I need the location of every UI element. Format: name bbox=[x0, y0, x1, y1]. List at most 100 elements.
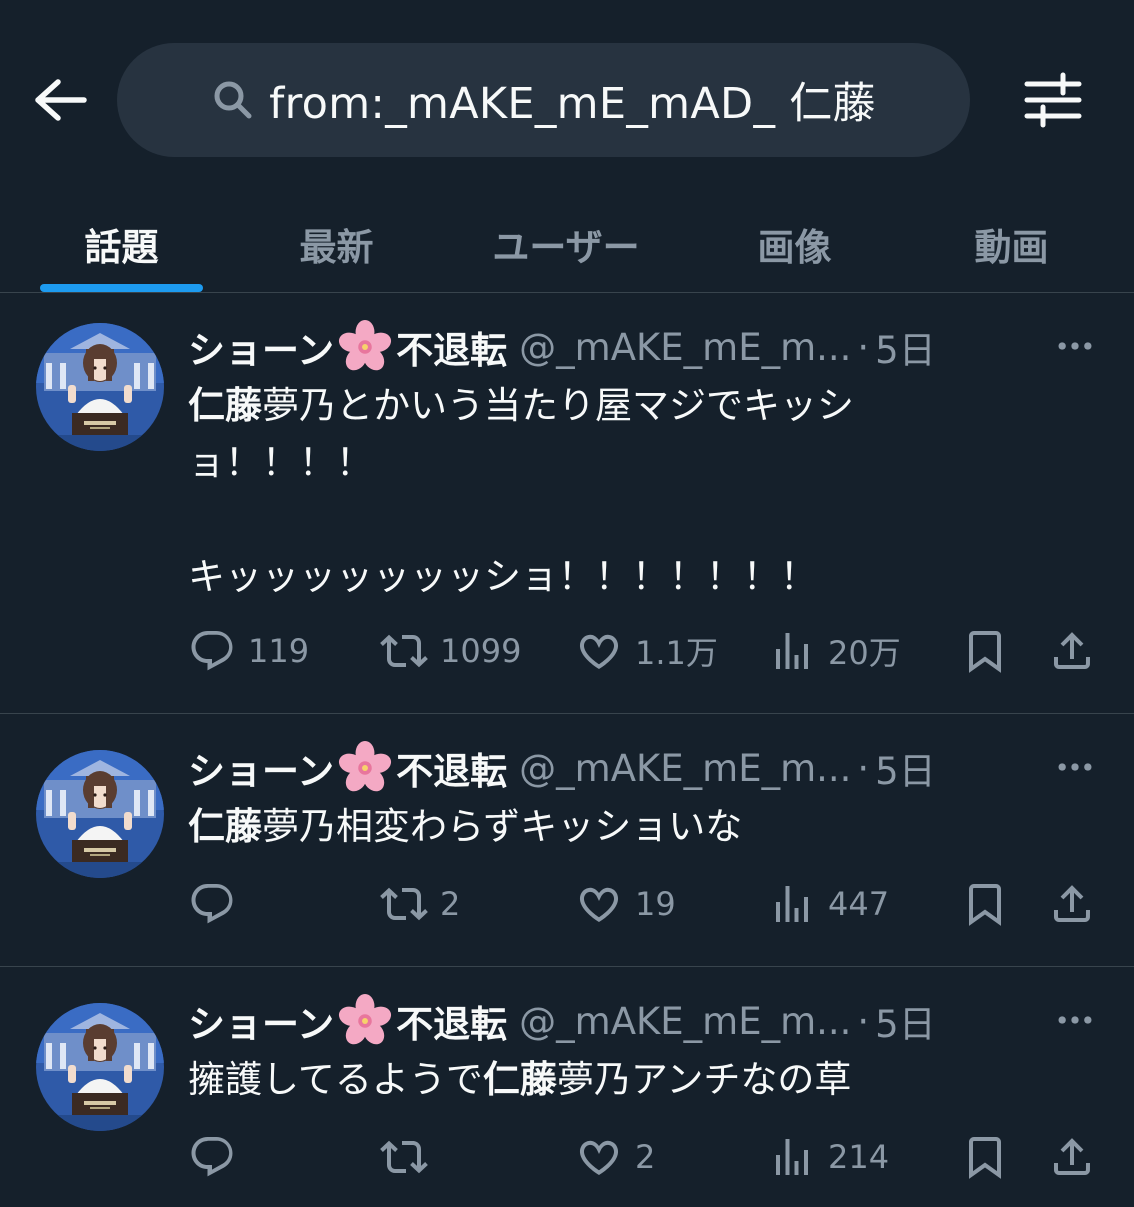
tab-images[interactable]: 画像 bbox=[713, 195, 876, 292]
user-handle[interactable]: @_mAKE_mE_m... bbox=[519, 326, 851, 369]
timestamp[interactable]: 5日 bbox=[875, 741, 936, 795]
timestamp[interactable]: 5日 bbox=[875, 994, 936, 1048]
share-icon bbox=[1048, 1133, 1096, 1181]
tweet-header: ショーン 不退転 @_mAKE_mE_m... · 5日 bbox=[188, 996, 936, 1046]
retweet-count: 1099 bbox=[440, 632, 522, 670]
reply-icon bbox=[188, 880, 236, 928]
reply-button[interactable]: 119 bbox=[188, 621, 309, 681]
tweet-text: 擁護してるようで仁藤夢乃アンチなの草 bbox=[188, 1051, 851, 1108]
filter-sliders-icon[interactable] bbox=[1018, 70, 1088, 130]
share-icon bbox=[1048, 880, 1096, 928]
highlight-keyword: 仁藤 bbox=[188, 384, 262, 427]
search-icon bbox=[211, 78, 255, 122]
more-options-icon[interactable] bbox=[1050, 747, 1100, 787]
bookmark-button[interactable] bbox=[961, 1127, 1009, 1187]
bookmark-button[interactable] bbox=[961, 874, 1009, 934]
tweet-text-segment: ョ！！！！ bbox=[188, 441, 373, 484]
tab-trending[interactable]: 話題 bbox=[40, 195, 203, 292]
like-button[interactable]: 2 bbox=[575, 1127, 655, 1187]
highlight-keyword: 仁藤 bbox=[482, 1058, 557, 1101]
reply-button[interactable] bbox=[188, 1127, 248, 1187]
tweet[interactable]: ショーン 不退転 @_mAKE_mE_m... · 5日 仁藤夢乃とかいう当たり… bbox=[0, 293, 1134, 714]
timestamp[interactable]: 5日 bbox=[875, 320, 936, 374]
retweet-icon bbox=[380, 880, 428, 928]
user-handle[interactable]: @_mAKE_mE_m... bbox=[519, 747, 851, 790]
reply-button[interactable] bbox=[188, 874, 248, 934]
view-count: 214 bbox=[828, 1138, 890, 1176]
reply-icon bbox=[188, 1133, 236, 1181]
retweet-button[interactable]: 2 bbox=[380, 874, 460, 934]
tweet-text-segment: キッッッッッッッショ！！！！！！！ bbox=[188, 555, 817, 598]
tweet-actions: 2 214 bbox=[0, 1127, 1134, 1187]
like-count: 19 bbox=[635, 885, 676, 923]
share-button[interactable] bbox=[1048, 621, 1096, 681]
cherry-blossom-icon bbox=[338, 994, 392, 1048]
share-icon bbox=[1048, 627, 1096, 675]
tab-latest[interactable]: 最新 bbox=[255, 195, 418, 292]
cherry-blossom-icon bbox=[338, 320, 392, 374]
display-name-suffix[interactable]: 不退転 bbox=[396, 320, 507, 374]
like-button[interactable]: 19 bbox=[575, 874, 676, 934]
search-query[interactable]: from:_mAKE_mE_mAD_ 仁藤 bbox=[269, 69, 876, 131]
tweet-text-segment: 擁護してるようで bbox=[188, 1058, 483, 1101]
tweet[interactable]: ショーン 不退転 @_mAKE_mE_m... · 5日 仁藤夢乃相変わらずキッ… bbox=[0, 714, 1134, 967]
bookmark-icon bbox=[961, 1133, 1009, 1181]
like-count: 1.1万 bbox=[635, 634, 718, 672]
top-bar: from:_mAKE_mE_mAD_ 仁藤 bbox=[0, 0, 1134, 195]
display-name[interactable]: ショーン bbox=[188, 741, 334, 795]
like-count: 2 bbox=[635, 1138, 656, 1176]
bookmark-icon bbox=[961, 627, 1009, 675]
tweet-actions: 119 1099 1.1万 20万 bbox=[0, 621, 1134, 681]
view-count: 20万 bbox=[828, 634, 901, 672]
bookmark-button[interactable] bbox=[961, 621, 1009, 681]
search-tabs: 話題 最新 ユーザー 画像 動画 bbox=[0, 195, 1134, 293]
retweet-button[interactable] bbox=[380, 1127, 440, 1187]
view-count: 447 bbox=[828, 885, 890, 923]
separator-dot: · bbox=[857, 999, 870, 1043]
tweet-text-segment: 夢乃とかいう当たり屋マジでキッシ bbox=[262, 384, 854, 427]
back-arrow-icon[interactable] bbox=[30, 70, 90, 130]
tweet[interactable]: ショーン 不退転 @_mAKE_mE_m... · 5日 擁護してるようで仁藤夢… bbox=[0, 967, 1134, 1207]
retweet-icon bbox=[380, 1133, 428, 1181]
user-handle[interactable]: @_mAKE_mE_m... bbox=[519, 1000, 851, 1043]
avatar[interactable] bbox=[36, 323, 164, 451]
more-options-icon[interactable] bbox=[1050, 1000, 1100, 1040]
share-button[interactable] bbox=[1048, 874, 1096, 934]
avatar[interactable] bbox=[36, 1003, 164, 1131]
views-button[interactable]: 214 bbox=[768, 1127, 889, 1187]
tweet-text-segment: 夢乃相変わらずキッショいな bbox=[262, 805, 743, 848]
tweet-actions: 2 19 447 bbox=[0, 874, 1134, 934]
search-box[interactable]: from:_mAKE_mE_mAD_ 仁藤 bbox=[117, 43, 970, 157]
views-button[interactable]: 20万 bbox=[768, 621, 901, 681]
highlight-keyword: 仁藤 bbox=[188, 805, 262, 848]
tweet-text: 仁藤夢乃相変わらずキッショいな bbox=[188, 798, 742, 855]
display-name-suffix[interactable]: 不退転 bbox=[396, 741, 507, 795]
bar-chart-icon bbox=[768, 880, 816, 928]
tab-users[interactable]: ユーザー bbox=[466, 195, 666, 292]
like-button[interactable]: 1.1万 bbox=[575, 621, 718, 681]
retweet-button[interactable]: 1099 bbox=[380, 621, 521, 681]
tab-videos[interactable]: 動画 bbox=[930, 195, 1093, 292]
reply-count: 119 bbox=[248, 632, 310, 670]
views-button[interactable]: 447 bbox=[768, 874, 889, 934]
bar-chart-icon bbox=[768, 627, 816, 675]
separator-dot: · bbox=[857, 325, 870, 369]
heart-icon bbox=[575, 627, 623, 675]
display-name[interactable]: ショーン bbox=[188, 994, 334, 1048]
retweet-count: 2 bbox=[440, 885, 461, 923]
more-options-icon[interactable] bbox=[1050, 326, 1100, 366]
active-tab-indicator bbox=[40, 284, 203, 292]
display-name[interactable]: ショーン bbox=[188, 320, 334, 374]
share-button[interactable] bbox=[1048, 1127, 1096, 1187]
tweet-header: ショーン 不退転 @_mAKE_mE_m... · 5日 bbox=[188, 322, 936, 372]
heart-icon bbox=[575, 1133, 623, 1181]
tweet-text: 仁藤夢乃とかいう当たり屋マジでキッシ ョ！！！！ キッッッッッッッショ！！！！！… bbox=[188, 377, 854, 605]
retweet-icon bbox=[380, 627, 428, 675]
tweet-text-segment: 夢乃アンチなの草 bbox=[556, 1058, 852, 1101]
display-name-suffix[interactable]: 不退転 bbox=[396, 994, 507, 1048]
avatar[interactable] bbox=[36, 750, 164, 878]
bookmark-icon bbox=[961, 880, 1009, 928]
separator-dot: · bbox=[857, 746, 870, 790]
bar-chart-icon bbox=[768, 1133, 816, 1181]
reply-icon bbox=[188, 627, 236, 675]
